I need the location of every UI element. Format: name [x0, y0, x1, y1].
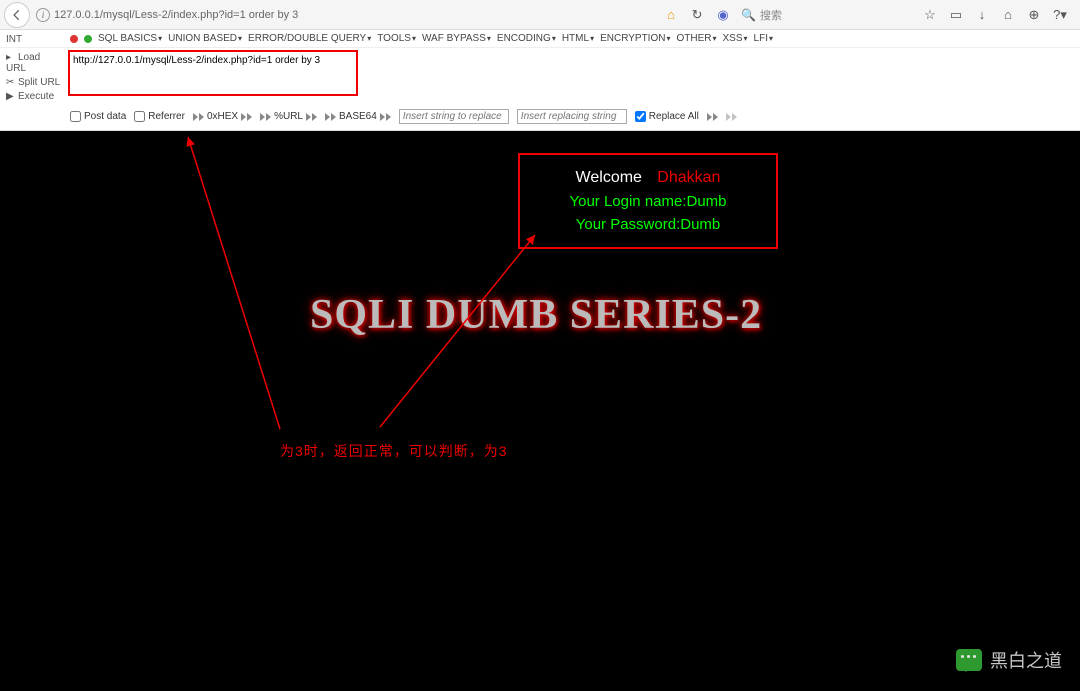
search-icon: 🔍	[741, 8, 756, 22]
base64-encode[interactable]: BASE64	[325, 111, 391, 122]
execute-icon: ▶	[6, 91, 16, 101]
globe-icon[interactable]: ⊕	[1026, 7, 1042, 23]
load-icon: ▸	[6, 52, 16, 62]
reload-icon[interactable]: ↻	[689, 7, 705, 23]
hackbar-url-input[interactable]	[68, 50, 358, 96]
split-icon: ✂	[6, 77, 16, 87]
replace-string-input[interactable]	[517, 109, 627, 124]
help-icon[interactable]: ?▾	[1052, 7, 1068, 23]
star-icon[interactable]: ☆	[922, 7, 938, 23]
home2-icon[interactable]: ⌂	[1000, 7, 1016, 23]
insert-string-input[interactable]	[399, 109, 509, 124]
status-dot-red	[70, 35, 78, 43]
execute-button[interactable]: ▶Execute	[6, 91, 62, 102]
status-dot-green	[84, 35, 92, 43]
password-line: Your Password:Dumb	[530, 216, 766, 233]
wechat-icon	[956, 649, 982, 671]
toolbar-right: ⌂ ↻ ◉ 🔍 搜索 ☆ ▭ ↓ ⌂ ⊕ ?▾	[663, 7, 1076, 23]
page-content: Welcome Dhakkan Your Login name:Dumb You…	[0, 131, 1080, 691]
int-label: INT	[6, 34, 22, 45]
menu-xss[interactable]: XSS	[723, 33, 748, 44]
menu-error-double[interactable]: ERROR/DOUBLE QUERY	[248, 33, 371, 44]
browser-addressbar: i 127.0.0.1/mysql/Less-2/index.php?id=1 …	[0, 0, 1080, 30]
welcome-label: Welcome	[576, 169, 642, 186]
apply-icon[interactable]	[707, 113, 718, 121]
menu-union-based[interactable]: UNION BASED	[168, 33, 242, 44]
referrer-checkbox[interactable]: Referrer	[134, 111, 185, 122]
load-url-button[interactable]: ▸Load URL	[6, 52, 62, 74]
login-name-line: Your Login name:Dumb	[530, 193, 766, 210]
replace-all-checkbox[interactable]: Replace All	[635, 111, 699, 122]
menu-encryption[interactable]: ENCRYPTION	[600, 33, 670, 44]
annotation-arrow-1	[160, 129, 300, 439]
split-url-button[interactable]: ✂Split URL	[6, 77, 62, 88]
search-placeholder: 搜索	[760, 7, 782, 23]
hackbar-menu: SQL BASICS UNION BASED ERROR/DOUBLE QUER…	[0, 30, 1080, 48]
menu-sql-basics[interactable]: SQL BASICS	[98, 33, 162, 44]
welcome-name: Dhakkan	[657, 169, 720, 186]
welcome-box: Welcome Dhakkan Your Login name:Dumb You…	[518, 153, 778, 249]
page-banner: SQLI DUMB SERIES-2	[310, 291, 762, 339]
arrow-left-icon	[10, 8, 24, 22]
url-field[interactable]: i 127.0.0.1/mysql/Less-2/index.php?id=1 …	[36, 8, 336, 22]
url-encode[interactable]: %URL	[260, 111, 317, 122]
downloads-icon[interactable]: ↓	[974, 7, 990, 23]
shield-icon[interactable]: ◉	[715, 7, 731, 23]
menu-html[interactable]: HTML	[562, 33, 594, 44]
hackbar-panel: INT SQL BASICS UNION BASED ERROR/DOUBLE …	[0, 30, 1080, 131]
menu-waf-bypass[interactable]: WAF BYPASS	[422, 33, 491, 44]
hackbar-sidebar: ▸Load URL ✂Split URL ▶Execute	[6, 50, 62, 102]
back-button[interactable]	[4, 2, 30, 28]
hackbar-tools: Post data Referrer 0xHEX %URL BASE64 Rep…	[0, 106, 1080, 131]
menu-other[interactable]: OTHER	[676, 33, 716, 44]
search-box[interactable]: 🔍 搜索	[741, 7, 782, 23]
home-icon[interactable]: ⌂	[663, 7, 679, 23]
watermark-text: 黑白之道	[990, 647, 1062, 673]
apply2-icon[interactable]	[726, 113, 737, 121]
hex-encode[interactable]: 0xHEX	[193, 111, 252, 122]
watermark: 黑白之道	[956, 647, 1062, 673]
menu-lfi[interactable]: LFI	[754, 33, 773, 44]
clipboard-icon[interactable]: ▭	[948, 7, 964, 23]
menu-tools[interactable]: TOOLS	[377, 33, 416, 44]
menu-encoding[interactable]: ENCODING	[497, 33, 556, 44]
info-icon: i	[36, 8, 50, 22]
url-text: 127.0.0.1/mysql/Less-2/index.php?id=1 or…	[54, 9, 298, 21]
annotation-text: 为3时，返回正常，可以判断，为3	[280, 441, 508, 461]
post-data-checkbox[interactable]: Post data	[70, 111, 126, 122]
